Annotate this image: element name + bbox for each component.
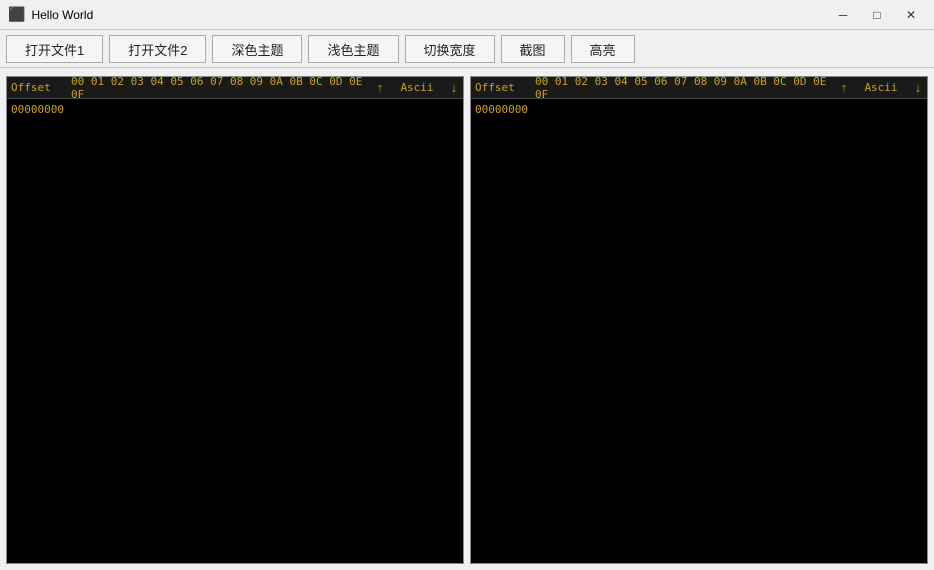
open-file2-button[interactable]: 打开文件2 xyxy=(109,35,206,63)
offset-0-right: 00000000 xyxy=(471,103,533,116)
open-file1-button[interactable]: 打开文件1 xyxy=(6,35,103,63)
hex-header-left: Offset 00 01 02 03 04 05 06 07 08 09 0A … xyxy=(7,77,463,99)
light-theme-button[interactable]: 浅色主题 xyxy=(308,35,398,63)
dark-theme-button[interactable]: 深色主题 xyxy=(212,35,302,63)
scroll-down-left[interactable]: ↓ xyxy=(445,77,463,99)
header-ascii-right: Ascii xyxy=(853,81,909,94)
hex-row-0-right: 00000000 xyxy=(471,101,927,117)
title-bar-left: ⬛ Hello World xyxy=(8,6,93,23)
main-area: Offset 00 01 02 03 04 05 06 07 08 09 0A … xyxy=(0,68,934,570)
scroll-up-left[interactable]: ↑ xyxy=(371,77,389,99)
header-offset-right: Offset xyxy=(471,81,533,94)
title-bar-controls: ─ □ ✕ xyxy=(828,5,926,25)
hex-row-0-left: 00000000 xyxy=(7,101,463,117)
maximize-button[interactable]: □ xyxy=(862,5,892,25)
hex-viewer-right: Offset 00 01 02 03 04 05 06 07 08 09 0A … xyxy=(470,76,928,564)
title-bar: ⬛ Hello World ─ □ ✕ xyxy=(0,0,934,30)
scroll-up-right[interactable]: ↑ xyxy=(835,77,853,99)
minimize-button[interactable]: ─ xyxy=(828,5,858,25)
header-offset-left: Offset xyxy=(7,81,69,94)
toolbar: 打开文件1 打开文件2 深色主题 浅色主题 切换宽度 截图 高亮 xyxy=(0,30,934,68)
close-button[interactable]: ✕ xyxy=(896,5,926,25)
scroll-down-right[interactable]: ↓ xyxy=(909,77,927,99)
window-title: Hello World xyxy=(31,8,93,22)
header-ascii-left: Ascii xyxy=(389,81,445,94)
app-icon: ⬛ xyxy=(8,6,25,23)
offset-0-left: 00000000 xyxy=(7,103,69,116)
viewers-container: Offset 00 01 02 03 04 05 06 07 08 09 0A … xyxy=(6,76,928,564)
screenshot-button[interactable]: 截图 xyxy=(501,35,565,63)
toggle-width-button[interactable]: 切换宽度 xyxy=(405,35,495,63)
highlight-button[interactable]: 高亮 xyxy=(571,35,635,63)
header-hex-left: 00 01 02 03 04 05 06 07 08 09 0A 0B 0C 0… xyxy=(69,76,371,101)
hex-content-left: 00000000 xyxy=(7,99,463,563)
hex-content-right: 00000000 xyxy=(471,99,927,563)
hex-header-right: Offset 00 01 02 03 04 05 06 07 08 09 0A … xyxy=(471,77,927,99)
hex-viewer-left: Offset 00 01 02 03 04 05 06 07 08 09 0A … xyxy=(6,76,464,564)
header-hex-right: 00 01 02 03 04 05 06 07 08 09 0A 0B 0C 0… xyxy=(533,76,835,101)
